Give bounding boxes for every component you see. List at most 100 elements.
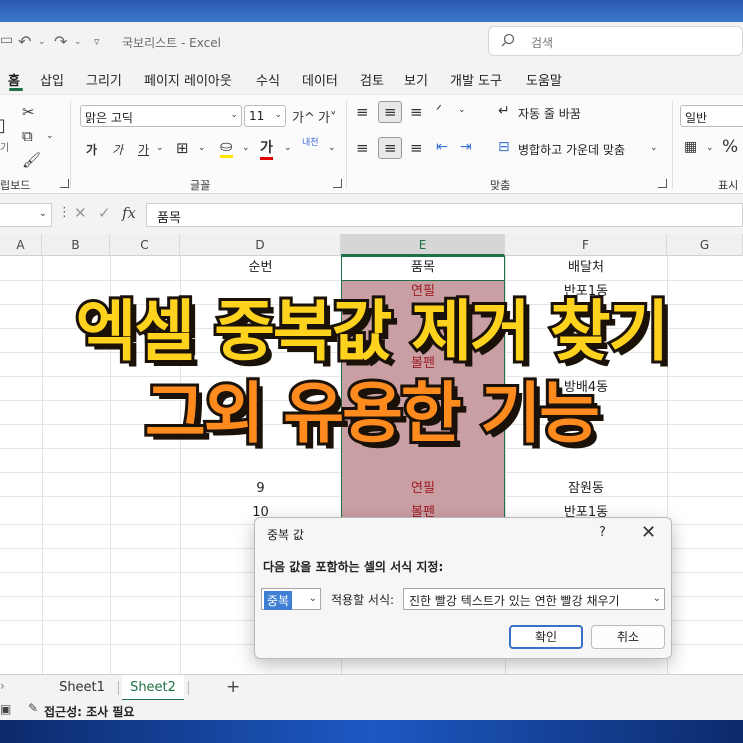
cancel-button[interactable]: 취소 <box>591 625 665 649</box>
format-painter-icon[interactable]: 🖌 <box>22 151 41 169</box>
column-header-b[interactable]: B <box>42 234 110 256</box>
search-box[interactable]: 검색 <box>488 26 743 56</box>
ribbon: ▯ 기 ✂ ⧉ ⌄ 🖌 립보드 맑은 고딕 ⌄ 11 ⌄ 가^ 가˅ 가 가 가… <box>0 94 743 194</box>
redo-icon[interactable]: ↷ <box>54 32 67 51</box>
number-group-label: 표시 <box>718 179 739 192</box>
enter-icon[interactable]: ✓ <box>98 204 111 222</box>
tab-insert[interactable]: 삽입 <box>40 70 64 89</box>
cut-icon[interactable]: ✂ <box>22 103 35 121</box>
chevron-down-icon: ⌄ <box>230 110 238 120</box>
format-label: 적용할 서식: <box>331 593 395 607</box>
tab-data[interactable]: 데이터 <box>302 70 338 89</box>
phonetic-icon[interactable]: 내천 <box>302 135 319 148</box>
duplicate-unique-select[interactable]: 중복 ⌄ <box>261 588 321 610</box>
tab-scroll-icon[interactable]: › <box>0 679 5 693</box>
font-size-dropdown[interactable]: 11 ⌄ <box>244 105 286 127</box>
underline-button[interactable]: 가 <box>138 141 149 158</box>
clipboard-launcher-icon[interactable] <box>60 179 69 188</box>
increase-indent-icon[interactable]: ⇥ <box>460 139 472 155</box>
column-header-a[interactable]: A <box>0 234 42 256</box>
table-cell[interactable]: 9 <box>180 477 341 501</box>
column-header-c[interactable]: C <box>110 234 180 256</box>
accounting-dropdown-icon[interactable]: ⌄ <box>706 143 714 153</box>
borders-icon[interactable]: ⊞ <box>176 139 189 157</box>
insert-function-icon[interactable]: fx <box>122 204 136 222</box>
formula-input[interactable]: 품목 <box>146 203 743 227</box>
accessibility-icon[interactable]: ✎ <box>28 701 38 715</box>
underline-dropdown-icon[interactable]: ⌄ <box>156 143 164 153</box>
orientation-dropdown-icon[interactable]: ⌄ <box>458 105 466 115</box>
font-color-icon[interactable]: 가 <box>260 137 273 160</box>
align-right-icon[interactable]: ≡ <box>410 139 423 157</box>
customize-qat-icon[interactable]: ▿ <box>94 35 100 48</box>
copy-icon[interactable]: ⧉ <box>22 127 33 145</box>
name-box[interactable]: ⌄ <box>0 203 52 227</box>
table-cell[interactable]: 잠원동 <box>505 477 667 501</box>
status-bar: ▣ ✎ 접근성: 조사 필요 <box>0 700 743 720</box>
copy-dropdown-icon[interactable]: ⌄ <box>46 131 54 141</box>
cell-d-header[interactable]: 순번 <box>180 256 341 280</box>
accessibility-status[interactable]: 접근성: 조사 필요 <box>44 703 134 720</box>
font-launcher-icon[interactable] <box>333 179 342 188</box>
tab-page-layout[interactable]: 페이지 레이아웃 <box>144 70 232 89</box>
column-header-f[interactable]: F <box>505 234 667 256</box>
bold-button[interactable]: 가 <box>86 141 97 158</box>
fill-color-icon[interactable]: ⛀ <box>220 137 233 158</box>
phonetic-dropdown-icon[interactable]: ⌄ <box>328 143 336 153</box>
font-name-dropdown[interactable]: 맑은 고딕 ⌄ <box>80 105 242 127</box>
tab-help[interactable]: 도움말 <box>526 70 562 89</box>
percent-style-button[interactable]: % <box>722 137 738 157</box>
grow-font-icon[interactable]: 가^ <box>292 107 315 126</box>
tab-view[interactable]: 보기 <box>404 70 428 89</box>
wrap-text-icon[interactable]: ↵ <box>498 103 510 119</box>
document-icon[interactable]: ▭ <box>0 32 13 48</box>
align-bottom-icon[interactable]: ≡ <box>410 103 423 121</box>
column-header-g[interactable]: G <box>667 234 743 256</box>
format-style-select[interactable]: 진한 빨강 텍스트가 있는 연한 빨강 채우기 ⌄ <box>403 588 665 610</box>
ok-button[interactable]: 확인 <box>509 625 583 649</box>
tab-draw[interactable]: 그리기 <box>86 70 122 89</box>
merge-dropdown-icon[interactable]: ⌄ <box>650 143 658 153</box>
paste-icon[interactable]: ▯ <box>0 115 6 136</box>
decrease-indent-icon[interactable]: ⇤ <box>436 139 448 155</box>
tab-home[interactable]: 홈 <box>8 70 20 89</box>
ribbon-separator <box>672 101 673 189</box>
column-header-e[interactable]: E <box>341 234 505 256</box>
accounting-format-icon[interactable]: ▦ <box>684 139 697 155</box>
fill-color-dropdown-icon[interactable]: ⌄ <box>242 143 250 153</box>
undo-icon[interactable]: ↶ <box>18 32 31 51</box>
tab-review[interactable]: 검토 <box>360 70 384 89</box>
align-top-icon[interactable]: ≡ <box>356 103 369 121</box>
font-color-dropdown-icon[interactable]: ⌄ <box>284 143 292 153</box>
italic-button[interactable]: 가 <box>112 141 123 158</box>
wrap-text-button[interactable]: 자동 줄 바꿈 <box>518 105 581 122</box>
close-icon[interactable]: ✕ <box>641 522 656 543</box>
paste-label: 기 <box>0 143 10 154</box>
title-bar: ▭ ↶ ⌄ ↷ ⌄ ▿ 국보리스트 - Excel 검색 <box>0 22 743 62</box>
chevron-down-icon: ⌄ <box>308 593 317 604</box>
cell-f-header[interactable]: 배달처 <box>505 256 667 280</box>
table-cell[interactable]: 연필 <box>341 477 505 501</box>
redo-dropdown-icon[interactable]: ⌄ <box>74 37 82 47</box>
shrink-font-icon[interactable]: 가˅ <box>318 107 336 126</box>
more-options-icon[interactable]: ⋮ <box>58 205 71 220</box>
merge-center-icon[interactable]: ⊟ <box>498 139 510 155</box>
undo-dropdown-icon[interactable]: ⌄ <box>38 37 46 47</box>
borders-dropdown-icon[interactable]: ⌄ <box>198 143 206 153</box>
help-icon[interactable]: ? <box>599 525 606 540</box>
sheet-tab-sheet2[interactable]: Sheet2 <box>122 675 184 701</box>
number-format-dropdown[interactable]: 일반 <box>680 105 743 127</box>
merge-center-button[interactable]: 병합하고 가운데 맞춤 <box>518 141 625 158</box>
alignment-launcher-icon[interactable] <box>658 179 667 188</box>
align-left-icon[interactable]: ≡ <box>356 139 369 157</box>
tab-developer[interactable]: 개발 도구 <box>450 70 502 89</box>
sheet-tab-sheet1[interactable]: Sheet1 <box>50 675 114 701</box>
cell-e-header[interactable]: 품목 <box>341 256 505 280</box>
macro-record-icon[interactable]: ▣ <box>0 702 11 716</box>
column-header-d[interactable]: D <box>180 234 341 256</box>
orientation-icon[interactable]: ᐟ <box>436 103 442 119</box>
font-size-value: 11 <box>249 109 265 123</box>
tab-formulas[interactable]: 수식 <box>256 70 280 89</box>
cancel-icon[interactable]: ✕ <box>74 204 87 222</box>
add-sheet-icon[interactable]: + <box>226 677 240 697</box>
